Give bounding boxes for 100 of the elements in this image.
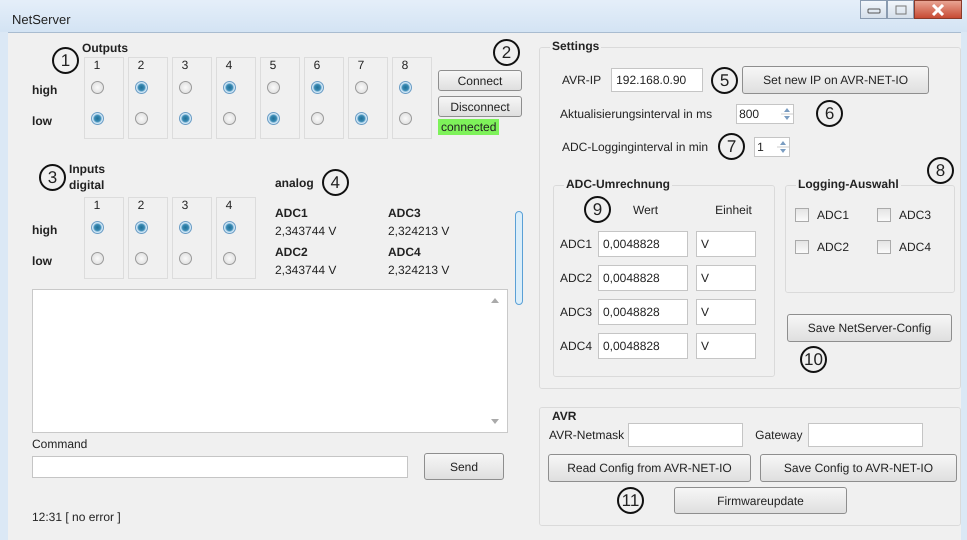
radio-button[interactable] <box>134 221 148 234</box>
adc-reading: 2,343744 V <box>275 223 338 240</box>
row-label: ADC2 <box>560 271 594 285</box>
maximize-icon <box>894 4 906 14</box>
channel-number: 7 <box>358 58 364 72</box>
connect-button[interactable]: Connect <box>438 70 522 91</box>
checkbox-label: ADC2 <box>817 240 850 254</box>
radio-button[interactable] <box>398 81 412 94</box>
read-config-button[interactable]: Read Config from AVR-NET-IO <box>548 454 751 482</box>
set-ip-button[interactable]: Set new IP on AVR-NET-IO <box>742 66 930 94</box>
disconnect-button[interactable]: Disconnect <box>438 96 522 117</box>
group-title: AVR <box>551 409 578 423</box>
connection-status: connected <box>438 119 500 135</box>
field-label: AVR-Netmask <box>549 428 624 442</box>
radio-button[interactable] <box>222 252 236 265</box>
channel-number: 4 <box>226 198 232 212</box>
group-title: ADC-Umrechnung <box>564 177 672 191</box>
row-label: low <box>32 113 53 130</box>
firmware-update-button[interactable]: Firmwareupdate <box>674 487 847 514</box>
row-label: high <box>32 222 58 239</box>
group-title: Settings <box>550 39 602 53</box>
field-label: Command <box>32 437 88 451</box>
radio-button[interactable] <box>90 221 104 234</box>
factor-field[interactable]: 0,0048828 <box>598 333 688 359</box>
gateway-field[interactable] <box>808 423 924 447</box>
checkbox[interactable] <box>795 240 809 254</box>
checkbox[interactable] <box>877 208 891 222</box>
scroll-up-icon[interactable] <box>491 298 499 303</box>
command-field[interactable] <box>32 456 408 478</box>
radio-button[interactable] <box>222 112 236 125</box>
adc-reading: 2,324213 V <box>388 262 450 279</box>
channel-number: 3 <box>182 58 188 72</box>
checkbox-label: ADC1 <box>817 208 850 222</box>
callout-number: 3 <box>39 164 66 191</box>
channel-number: 8 <box>402 58 408 72</box>
row-label: high <box>32 82 58 99</box>
minimize-icon <box>866 6 880 14</box>
radio-button[interactable] <box>178 221 192 234</box>
radio-button[interactable] <box>266 81 280 94</box>
group-label: digital <box>69 177 105 193</box>
adc-name: ADC2 <box>275 244 309 261</box>
section-title: Outputs <box>82 41 128 55</box>
netmask-field[interactable] <box>628 423 744 447</box>
field-label: AVR-IP <box>562 73 602 87</box>
adc-reading: 2,324213 V <box>388 223 450 240</box>
channel-number: 6 <box>314 58 320 72</box>
callout-number: 11 <box>617 487 644 514</box>
radio-button[interactable] <box>354 81 368 94</box>
row-label: ADC1 <box>560 237 594 251</box>
channel-number: 4 <box>226 58 232 72</box>
checkbox[interactable] <box>877 240 891 254</box>
checkbox-label: ADC3 <box>899 208 932 222</box>
minimize-button[interactable] <box>860 0 887 19</box>
checkbox[interactable] <box>795 208 809 222</box>
radio-button[interactable] <box>354 112 368 125</box>
unit-field[interactable]: V <box>696 333 756 359</box>
callout-number: 10 <box>800 346 827 373</box>
save-config-button[interactable]: Save NetServer-Config <box>787 314 952 342</box>
callout-number: 9 <box>584 196 611 223</box>
status-text: 12:31 [ no error ] <box>32 510 122 524</box>
send-button[interactable]: Send <box>424 453 504 480</box>
adc-name: ADC4 <box>388 244 422 261</box>
radio-button[interactable] <box>134 81 148 94</box>
close-button[interactable] <box>914 0 962 19</box>
scroll-down-icon[interactable] <box>491 419 499 424</box>
scroll-thumb[interactable] <box>515 211 523 305</box>
maximize-button[interactable] <box>887 0 914 19</box>
radio-button[interactable] <box>90 81 104 94</box>
radio-button[interactable] <box>266 112 280 125</box>
radio-button[interactable] <box>178 252 192 265</box>
row-label: low <box>32 253 53 270</box>
window-title: NetServer <box>12 12 71 28</box>
channel-number: 1 <box>94 58 100 72</box>
radio-button[interactable] <box>134 112 148 125</box>
radio-button[interactable] <box>178 81 192 94</box>
factor-field[interactable]: 0,0048828 <box>598 265 688 291</box>
factor-field[interactable]: 0,0048828 <box>598 299 688 325</box>
radio-button[interactable] <box>90 112 104 125</box>
radio-button[interactable] <box>398 112 412 125</box>
save-config-button[interactable]: Save Config to AVR-NET-IO <box>760 454 957 482</box>
radio-button[interactable] <box>134 252 148 265</box>
factor-field[interactable]: 0,0048828 <box>598 231 688 257</box>
checkbox-label: ADC4 <box>899 240 932 254</box>
callout-number: 2 <box>493 39 520 66</box>
radio-button[interactable] <box>310 81 324 94</box>
unit-field[interactable]: V <box>696 231 756 257</box>
spin-field[interactable]: 800 <box>736 104 794 124</box>
radio-button[interactable] <box>90 252 104 265</box>
radio-button[interactable] <box>178 112 192 125</box>
unit-field[interactable]: V <box>696 299 756 325</box>
channel-number: 2 <box>138 198 144 212</box>
adc-name: ADC1 <box>275 205 309 222</box>
radio-button[interactable] <box>222 221 236 234</box>
callout-number: 5 <box>711 66 738 94</box>
spin-field[interactable]: 1 <box>754 136 790 156</box>
unit-field[interactable]: V <box>696 265 756 291</box>
column-header: Wert <box>633 202 658 216</box>
ip-field[interactable]: 192.168.0.90 <box>611 68 704 92</box>
radio-button[interactable] <box>310 112 324 125</box>
radio-button[interactable] <box>222 81 236 94</box>
